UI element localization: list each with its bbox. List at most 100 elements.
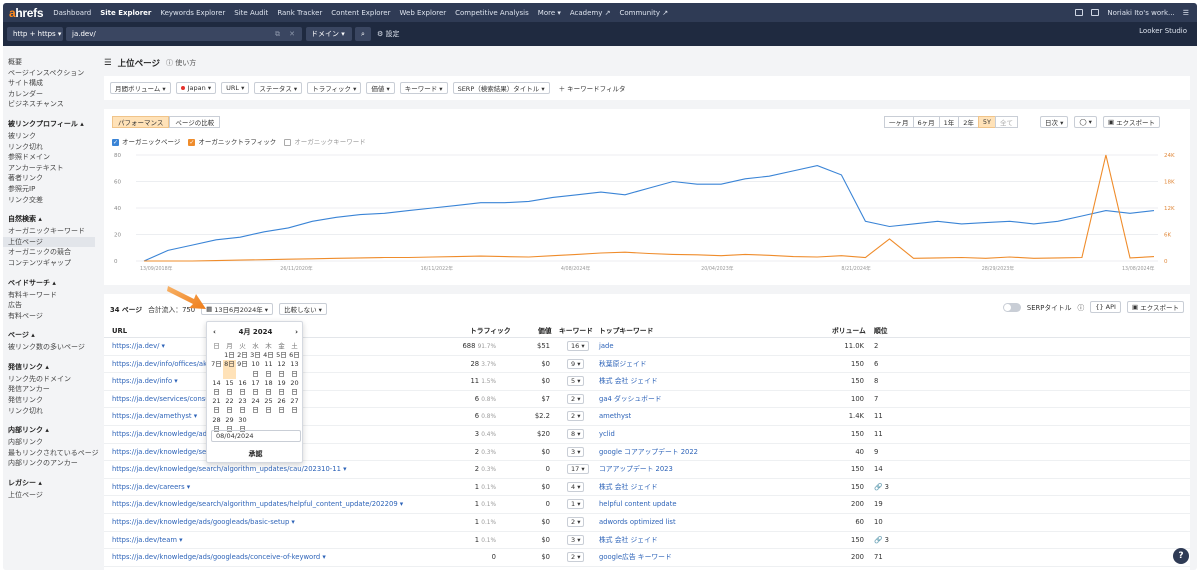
calendar-day[interactable]: 2日 [236, 351, 249, 360]
nav-rank-tracker[interactable]: Rank Tracker [277, 9, 322, 17]
nav-competitive-analysis[interactable]: Competitive Analysis [455, 9, 529, 17]
calendar-day[interactable]: 17 日 [249, 379, 262, 397]
tab-performance[interactable]: パフォーマンス [112, 116, 170, 128]
workspace-menu[interactable]: Noriaki Ito's work... [1107, 9, 1174, 17]
mode-select[interactable]: ドメイン ▾ [306, 27, 352, 41]
sidebar-item[interactable]: リンク切れ [8, 142, 95, 153]
date-input[interactable]: 08/04/2024 [211, 430, 301, 442]
legend-organic-pages[interactable]: ✓ オーガニックページ [112, 136, 180, 146]
sidebar-item[interactable]: カレンダー [8, 89, 95, 100]
url-link[interactable]: https://ja.dev/knowledge/search/algorith… [112, 496, 403, 514]
sidebar-item[interactable]: オーガニックの競合 [8, 247, 95, 258]
sidebar-item[interactable]: リンク先のドメイン [8, 374, 95, 385]
calendar-day[interactable]: 14 日 [210, 379, 223, 397]
calendar-day[interactable]: 20 日 [288, 379, 301, 397]
sidebar-item[interactable]: 広告 [8, 300, 95, 311]
sidebar-item[interactable]: 参照元IP [8, 184, 95, 195]
sidebar-item[interactable]: リンク切れ [8, 406, 95, 417]
keywords-dropdown[interactable]: 8 ▾ [567, 426, 585, 444]
url-link[interactable]: https://ja.dev/knowledge/ads/googleads/b… [112, 514, 295, 532]
period-6m[interactable]: 6ヶ月 [912, 116, 940, 128]
nav-site-explorer[interactable]: Site Explorer [100, 9, 151, 17]
keywords-dropdown[interactable]: 9 ▾ [567, 356, 585, 374]
keywords-dropdown[interactable]: 2 ▾ [567, 408, 585, 426]
serp-title-toggle[interactable] [1002, 302, 1021, 312]
calendar-day[interactable]: 9日 [236, 360, 249, 378]
table-export-button[interactable]: ▣ エクスポート [1126, 301, 1184, 313]
period-1y[interactable]: 1年 [938, 116, 960, 128]
calendar-day[interactable]: 15 日 [223, 379, 236, 397]
sidebar-item[interactable]: 上位ページ [8, 490, 95, 501]
keywords-dropdown[interactable]: 5 ▾ [567, 373, 585, 391]
calendar-day[interactable]: 6日 [288, 351, 301, 360]
calendar-day[interactable]: 16 日 [236, 379, 249, 397]
top-keyword-link[interactable]: helpful content update [599, 496, 677, 514]
filter-value[interactable]: 価値 ▾ [366, 82, 395, 94]
sidebar-item[interactable]: 参照ドメイン [8, 152, 95, 163]
filter-status[interactable]: ステータス ▾ [254, 82, 303, 94]
top-keyword-link[interactable]: 株式 会社 ジェイド [599, 373, 658, 391]
calendar-day[interactable]: 12 日 [275, 360, 288, 378]
keywords-dropdown[interactable]: 2 ▾ [567, 514, 585, 532]
sidebar-item[interactable]: 被リンク数の多いページ [8, 342, 95, 353]
url-link[interactable]: https://ja.dev/knowledge/ads/googleads/c… [112, 549, 326, 567]
calendar-day[interactable]: 1日 [223, 351, 236, 360]
keywords-dropdown[interactable]: 3 ▾ [567, 532, 585, 550]
top-keyword-link[interactable]: コアアップデート 2023 [599, 461, 673, 479]
sidebar-item[interactable]: 上位ページ [3, 236, 95, 248]
top-keyword-link[interactable]: yclid [599, 426, 615, 444]
nav-academy[interactable]: Academy ↗ [570, 9, 611, 17]
calendar-day[interactable]: 26 日 [275, 397, 288, 415]
chart-export-button[interactable]: ▣ エクスポート [1102, 116, 1160, 128]
keywords-dropdown[interactable]: 3 ▾ [567, 444, 585, 462]
sidebar-item[interactable]: ビジネスチャンス [8, 99, 95, 110]
looker-studio-link[interactable]: Looker Studio [1139, 27, 1187, 35]
period-2y[interactable]: 2年 [958, 116, 979, 128]
calendar-day[interactable]: 19 日 [275, 379, 288, 397]
top-keyword-link[interactable]: ga4 ダッシュボード [599, 391, 662, 409]
external-link-icon[interactable]: ⧉ [275, 30, 280, 39]
url-link[interactable]: https://ja.dev/careers ▾ [112, 479, 190, 497]
url-link[interactable]: https://ja.dev/amethyst ▾ [112, 408, 197, 426]
url-link[interactable]: https://ja.dev/ ▾ [112, 338, 165, 356]
top-keyword-link[interactable]: 秋葉原ジェイド [599, 356, 647, 374]
sidebar-section-header[interactable]: 自然検索 ▴ [8, 214, 95, 224]
sidebar-item[interactable]: 著者リンク [8, 173, 95, 184]
prev-month-icon[interactable]: ‹ [213, 328, 216, 336]
sidebar-item[interactable]: コンテンツギャップ [8, 258, 95, 269]
calendar-day[interactable]: 21 日 [210, 397, 223, 415]
period-all[interactable]: 全て [995, 116, 1019, 128]
url-input[interactable]: ja.dev/ ⧉ ✕ [66, 27, 302, 41]
filter-country[interactable]: Japan ▾ [175, 82, 217, 94]
api-button[interactable]: {} API [1090, 301, 1121, 313]
calendar-day[interactable]: 7日 [210, 360, 223, 378]
keywords-dropdown[interactable]: 17 ▾ [567, 461, 589, 479]
calendar-day[interactable]: 3日 [249, 351, 262, 360]
filter-keywords[interactable]: キーワード ▾ [399, 82, 448, 94]
sidebar-item[interactable]: 被リンク [8, 131, 95, 142]
filter-traffic[interactable]: トラフィック ▾ [307, 82, 362, 94]
nav-community[interactable]: Community ↗ [619, 9, 668, 17]
filter-volume[interactable]: 月間ボリューム ▾ [110, 82, 171, 94]
sidebar-item[interactable]: 内部リンクのアンカー [8, 458, 95, 469]
help-chat-button[interactable]: ? [1173, 548, 1189, 564]
calendar-day[interactable]: 27 日 [288, 397, 301, 415]
apply-button[interactable]: 承認 [207, 449, 304, 459]
sidebar-item[interactable]: 最もリンクされているページ [8, 448, 99, 459]
next-month-icon[interactable]: › [295, 328, 298, 336]
tab-page-compare[interactable]: ページの比較 [169, 116, 221, 128]
keywords-dropdown[interactable]: 2 ▾ [567, 549, 585, 567]
top-keyword-link[interactable]: 株式 会社 ジェイド [599, 479, 658, 497]
filter-url[interactable]: URL ▾ [221, 82, 250, 94]
granularity-select[interactable]: 日次 ▾ [1040, 116, 1069, 128]
sidebar-item[interactable]: 発信リンク [8, 395, 95, 406]
sidebar-section-header[interactable]: レガシー ▴ [8, 478, 95, 488]
sidebar-section-header[interactable]: 被リンクプロフィール ▴ [8, 119, 95, 129]
menu-icon[interactable]: ☰ [104, 58, 112, 68]
url-link[interactable]: https://ja.dev/team ▾ [112, 532, 183, 550]
calendar-day[interactable]: 25 日 [262, 397, 275, 415]
calendar-day[interactable]: 13 日 [288, 360, 301, 378]
keywords-dropdown[interactable]: 2 ▾ [567, 391, 585, 409]
url-link[interactable]: https://ja.dev/knowledge/search/algorith… [112, 461, 347, 479]
nav-site-audit[interactable]: Site Audit [234, 9, 268, 17]
